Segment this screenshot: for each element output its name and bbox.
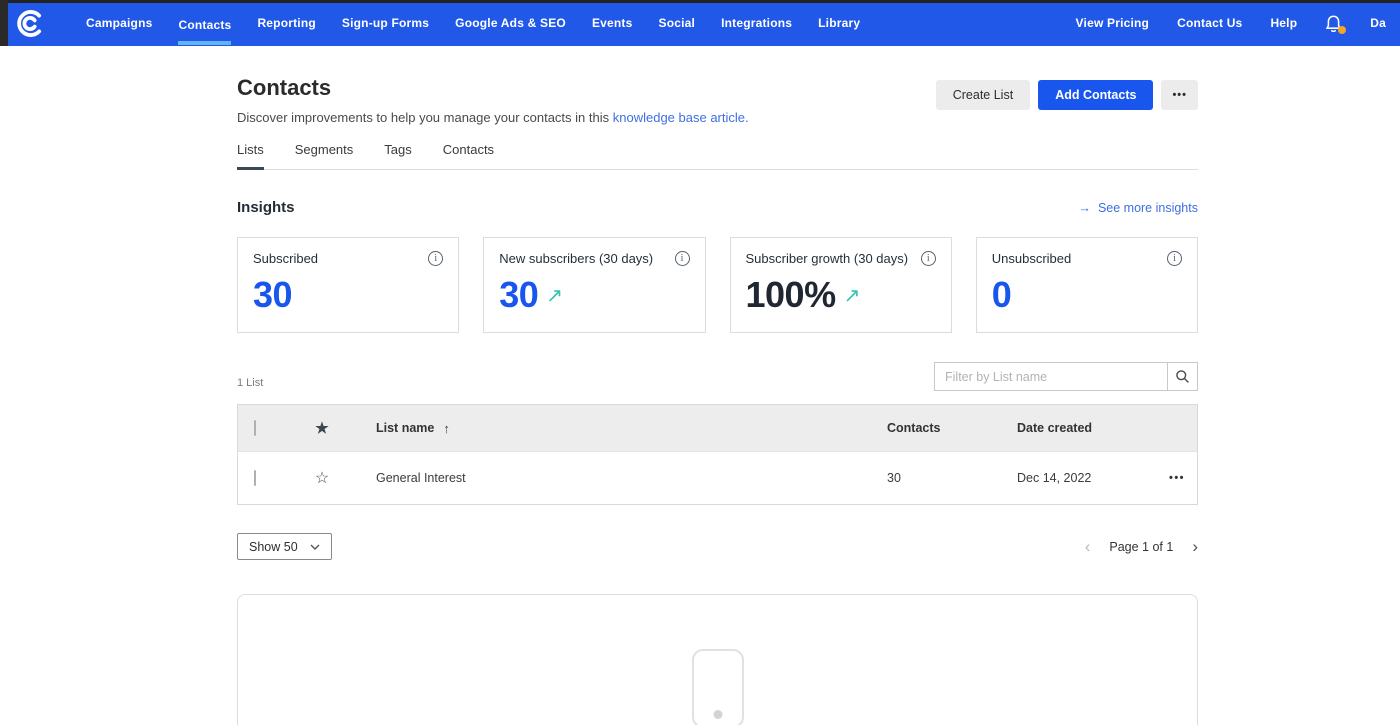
- screen-edge-left: [0, 0, 8, 46]
- phone-home-button-dot: [713, 710, 722, 719]
- select-all-checkbox[interactable]: [254, 420, 256, 436]
- row-more-options-button[interactable]: •••: [1157, 472, 1197, 484]
- nav-item-contacts[interactable]: Contacts: [165, 0, 244, 46]
- column-header-contacts: Contacts: [877, 421, 1007, 435]
- row-checkbox[interactable]: [254, 470, 256, 486]
- filter-input[interactable]: [934, 362, 1168, 391]
- primary-nav: Campaigns Contacts Reporting Sign-up For…: [73, 0, 873, 46]
- knowledge-base-link[interactable]: knowledge base article.: [613, 110, 749, 125]
- tab-contacts[interactable]: Contacts: [443, 142, 494, 170]
- page-header: Contacts Discover improvements to help y…: [237, 75, 1198, 125]
- subtitle-text: Discover improvements to help you manage…: [237, 110, 609, 125]
- contacts-tabs: Lists Segments Tags Contacts: [237, 142, 1198, 170]
- nav-item-events[interactable]: Events: [579, 0, 646, 46]
- page-title: Contacts: [237, 75, 749, 101]
- star-filled-icon: ★: [294, 419, 350, 437]
- nav-item-integrations[interactable]: Integrations: [708, 0, 805, 46]
- row-contacts-count: 30: [877, 471, 1007, 485]
- row-date-created: Dec 14, 2022: [1007, 471, 1157, 485]
- insights-header: Insights → See more insights: [237, 199, 1198, 216]
- card-value: 30: [253, 274, 443, 316]
- nav-item-library[interactable]: Library: [805, 0, 873, 46]
- nav-item-view-pricing[interactable]: View Pricing: [1062, 0, 1164, 47]
- column-header-list-name[interactable]: List name ↑: [350, 421, 877, 436]
- notification-bell-icon[interactable]: [1325, 14, 1342, 33]
- table-row: ☆ General Interest 30 Dec 14, 2022 •••: [238, 451, 1197, 504]
- nav-item-help[interactable]: Help: [1256, 0, 1311, 47]
- info-icon[interactable]: i: [428, 251, 443, 266]
- more-options-button[interactable]: •••: [1161, 80, 1198, 110]
- nav-item-campaigns[interactable]: Campaigns: [73, 0, 165, 46]
- pagination: ‹ Page 1 of 1 ›: [1085, 538, 1198, 555]
- card-value: 100% ↗: [746, 274, 936, 316]
- notification-badge: [1338, 26, 1346, 34]
- brand-c-icon: [14, 7, 47, 40]
- bottom-panel: [237, 594, 1198, 725]
- nav-item-social[interactable]: Social: [646, 0, 709, 46]
- nav-item-contact-us[interactable]: Contact Us: [1163, 0, 1256, 47]
- search-icon: [1175, 369, 1190, 384]
- page-header-text: Contacts Discover improvements to help y…: [237, 75, 749, 125]
- star-outline-icon[interactable]: ☆: [315, 470, 329, 487]
- card-label: Subscribed: [253, 251, 318, 266]
- arrow-right-icon: →: [1078, 201, 1091, 215]
- info-icon[interactable]: i: [675, 251, 690, 266]
- account-menu[interactable]: Da: [1356, 0, 1400, 47]
- nav-item-signup-forms[interactable]: Sign-up Forms: [329, 0, 442, 46]
- card-label: Subscriber growth (30 days): [746, 251, 909, 266]
- insight-cards: Subscribed i 30 New subscribers (30 days…: [237, 237, 1198, 333]
- column-header-date-created: Date created: [1007, 421, 1157, 435]
- card-label: Unsubscribed: [992, 251, 1072, 266]
- nav-item-reporting[interactable]: Reporting: [244, 0, 328, 46]
- search-button[interactable]: [1168, 362, 1198, 391]
- create-list-button[interactable]: Create List: [936, 80, 1030, 110]
- card-label: New subscribers (30 days): [499, 251, 653, 266]
- header-actions: Create List Add Contacts •••: [936, 80, 1198, 125]
- info-icon[interactable]: i: [1167, 251, 1182, 266]
- screen-edge-top: [0, 0, 1400, 3]
- main-content: Contacts Discover improvements to help y…: [237, 75, 1198, 725]
- top-navbar: Campaigns Contacts Reporting Sign-up For…: [0, 0, 1400, 46]
- tab-lists[interactable]: Lists: [237, 142, 264, 170]
- list-name-link[interactable]: General Interest: [376, 471, 466, 485]
- card-subscriber-growth: Subscriber growth (30 days) i 100% ↗: [730, 237, 952, 333]
- sort-asc-icon: ↑: [443, 421, 450, 436]
- card-unsubscribed: Unsubscribed i 0: [976, 237, 1198, 333]
- prev-page-button[interactable]: ‹: [1085, 538, 1091, 555]
- see-more-insights-link[interactable]: → See more insights: [1078, 201, 1198, 215]
- nav-right-group: View Pricing Contact Us Help Da: [1062, 0, 1400, 46]
- insights-title: Insights: [237, 199, 295, 216]
- nav-item-google-ads-seo[interactable]: Google Ads & SEO: [442, 0, 579, 46]
- phone-icon: [692, 649, 744, 725]
- card-new-subscribers: New subscribers (30 days) i 30 ↗: [483, 237, 705, 333]
- lists-table: ★ List name ↑ Contacts Date created ☆ Ge…: [237, 404, 1198, 505]
- card-subscribed: Subscribed i 30: [237, 237, 459, 333]
- list-filter: [934, 362, 1198, 391]
- see-more-insights-label: See more insights: [1098, 201, 1198, 215]
- trend-up-icon: ↗: [844, 283, 860, 308]
- table-header-row: ★ List name ↑ Contacts Date created: [238, 405, 1197, 451]
- next-page-button[interactable]: ›: [1192, 538, 1198, 555]
- tab-tags[interactable]: Tags: [384, 142, 411, 170]
- page-size-select[interactable]: Show 50: [237, 533, 332, 560]
- list-count: 1 List: [237, 377, 263, 389]
- page-indicator: Page 1 of 1: [1109, 540, 1173, 554]
- card-value: 30 ↗: [499, 274, 689, 316]
- add-contacts-button[interactable]: Add Contacts: [1038, 80, 1153, 110]
- info-icon[interactable]: i: [921, 251, 936, 266]
- card-value: 0: [992, 274, 1182, 316]
- constant-contact-logo[interactable]: [14, 7, 47, 40]
- chevron-down-icon: [310, 544, 320, 550]
- page-subtitle: Discover improvements to help you manage…: [237, 110, 749, 125]
- list-controls: 1 List: [237, 362, 1198, 391]
- trend-up-icon: ↗: [546, 283, 562, 308]
- tab-segments[interactable]: Segments: [295, 142, 354, 170]
- table-footer: Show 50 ‹ Page 1 of 1 ›: [237, 533, 1198, 560]
